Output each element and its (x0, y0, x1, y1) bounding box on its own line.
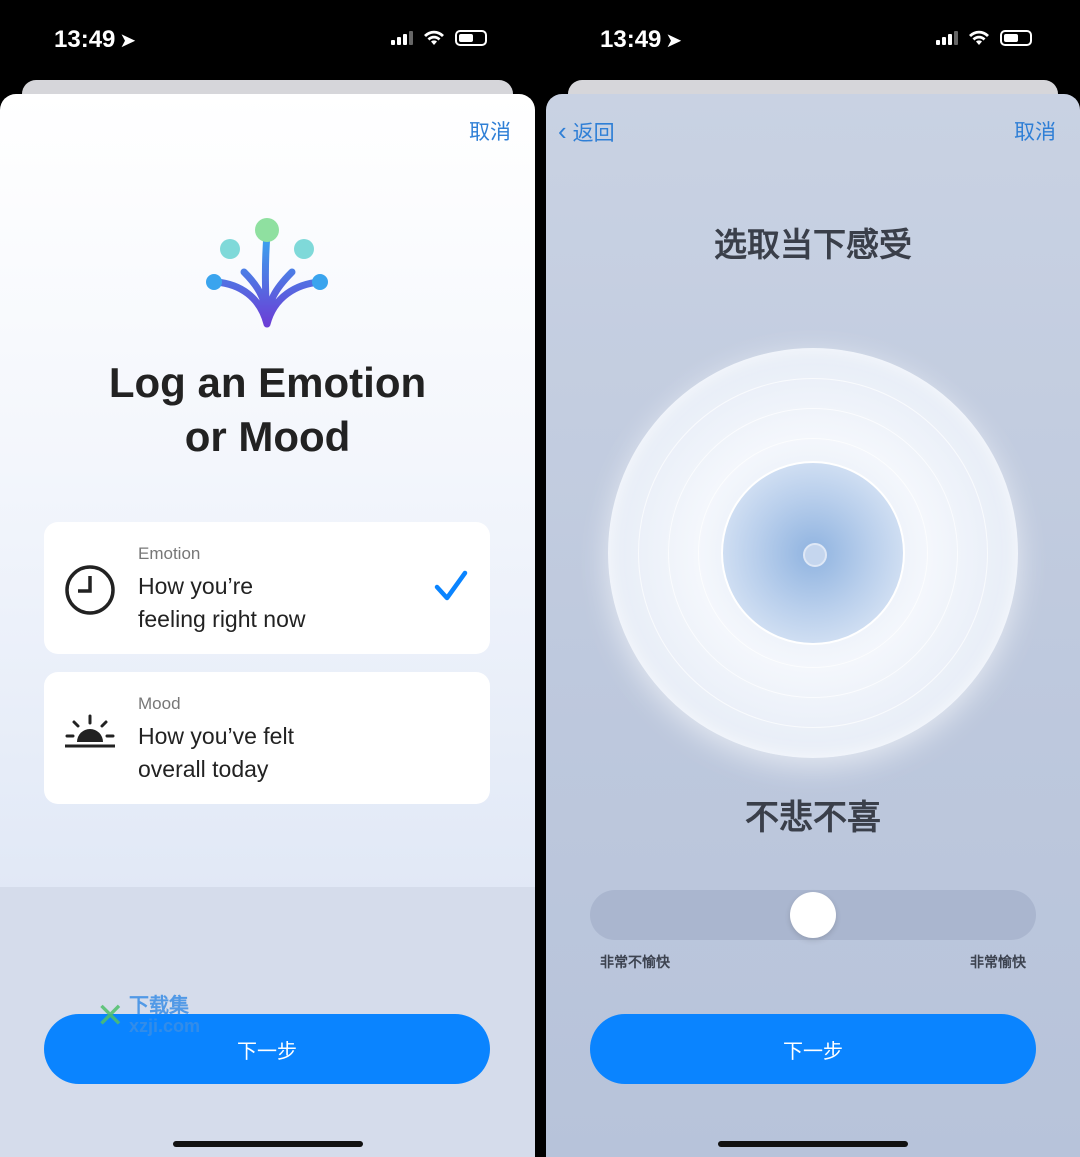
clock-icon (65, 565, 115, 615)
wifi-icon (969, 30, 989, 45)
emotion-label: 不悲不喜 (745, 799, 881, 837)
slider-max-label: 非常愉快 (970, 954, 1026, 970)
left-screen: 13:49 ➤ 取消 Log an Emotion or Mood Emotion… (0, 0, 535, 1157)
location-icon: ➤ (119, 30, 137, 52)
option-emotion[interactable]: Emotion How you’re feeling right now (44, 522, 490, 654)
option-mood[interactable]: Mood How you’ve felt overall today (44, 672, 490, 804)
status-bar: 13:49 ➤ (546, 0, 1080, 80)
status-time: 13:49 (54, 26, 116, 53)
slider-min-label: 非常不愉快 (600, 954, 670, 970)
signal-icon (936, 31, 958, 45)
page-heading: 选取当下感受 (714, 226, 912, 263)
home-indicator[interactable] (718, 1141, 908, 1147)
watermark-logo: ✕ 下载集 xzji.com (96, 995, 200, 1036)
sunrise-icon (65, 714, 115, 748)
status-bar: 13:49 ➤ (0, 0, 535, 80)
checkmark-icon (434, 570, 468, 601)
cancel-button[interactable]: 取消 (1014, 116, 1056, 146)
state-of-mind-icon (206, 218, 328, 328)
next-button[interactable]: 下一步 (590, 1014, 1036, 1084)
battery-icon (1000, 30, 1032, 46)
battery-icon (455, 30, 487, 46)
feeling-picker-sheet: ‹ 返回 取消 选取当下感受 不悲不喜 非常不愉快 非常愉快 (546, 94, 1080, 1157)
mood-orb (608, 348, 1018, 758)
right-screen: 13:49 ➤ ‹ 返回 取消 选取当下感受 不悲不喜 非常不愉快 非常愉快 下一步 (546, 0, 1080, 1157)
status-time: 13:49 (600, 26, 662, 53)
home-indicator[interactable] (172, 1141, 363, 1147)
chevron-left-icon: ‹ (558, 116, 567, 146)
back-button[interactable]: ‹ 返回 (558, 116, 615, 147)
location-icon: ➤ (665, 30, 683, 52)
cancel-button[interactable]: 取消 (469, 116, 511, 146)
valence-slider[interactable] (590, 890, 1036, 940)
page-title: Log an Emotion or Mood (108, 359, 427, 460)
wifi-icon (424, 30, 444, 45)
slider-thumb[interactable] (790, 892, 836, 938)
signal-icon (391, 31, 413, 45)
